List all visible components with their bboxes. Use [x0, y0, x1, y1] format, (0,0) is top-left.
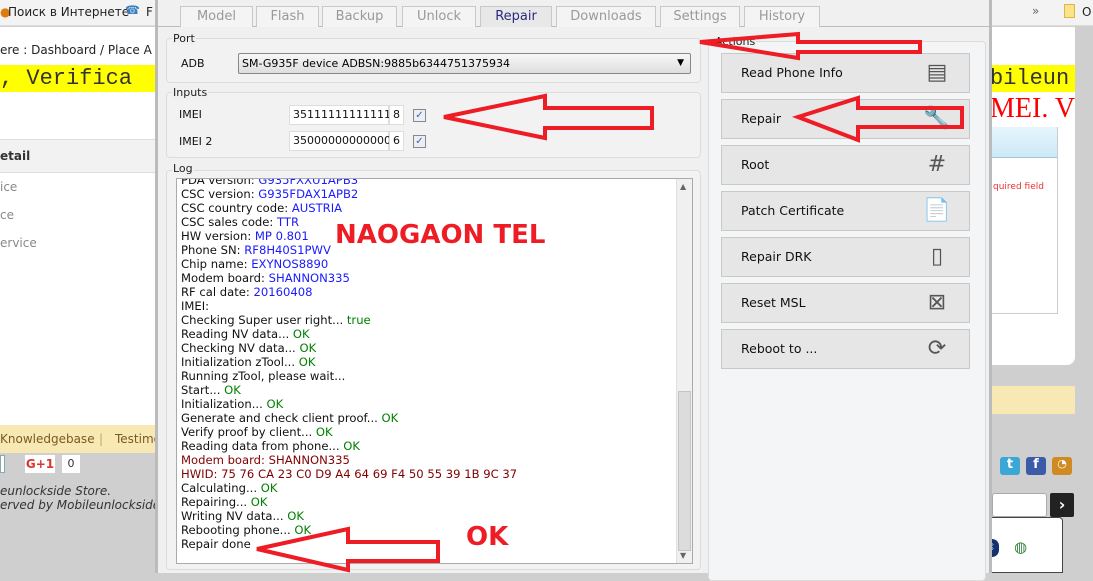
arrow-icon	[699, 31, 922, 61]
annotation-arrows	[256, 31, 964, 573]
arrow-icon	[256, 526, 440, 573]
arrow-icon	[443, 93, 654, 141]
arrow-icon	[791, 95, 964, 143]
ok-annotation: OK	[466, 522, 509, 552]
watermark-text: NAOGAON TEL	[335, 220, 546, 250]
